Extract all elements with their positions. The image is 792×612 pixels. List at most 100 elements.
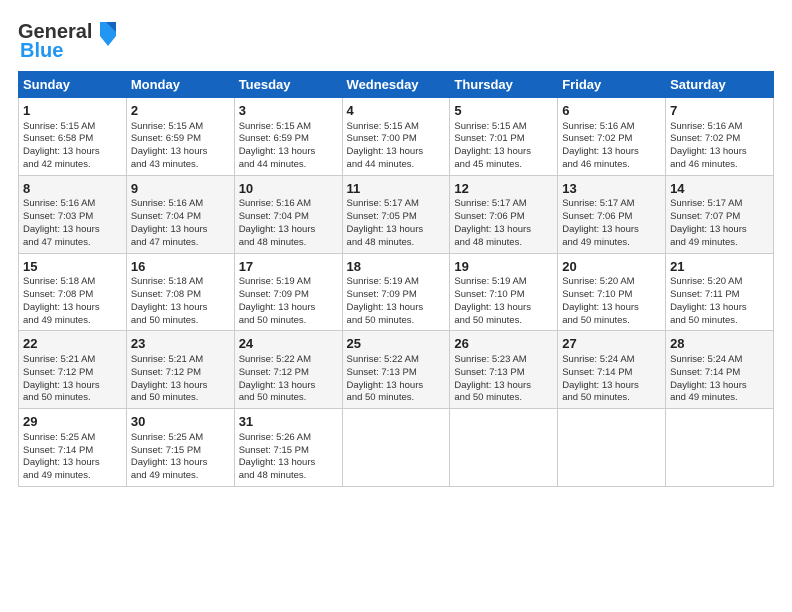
day-number: 28: [670, 335, 769, 353]
dow-header-friday: Friday: [558, 72, 666, 98]
day-info: Sunrise: 5:20 AM Sunset: 7:10 PM Dayligh…: [562, 276, 661, 327]
day-cell-9: 9Sunrise: 5:16 AM Sunset: 7:04 PM Daylig…: [126, 175, 234, 253]
day-number: 23: [131, 335, 230, 353]
day-info: Sunrise: 5:25 AM Sunset: 7:14 PM Dayligh…: [23, 432, 122, 483]
day-cell-8: 8Sunrise: 5:16 AM Sunset: 7:03 PM Daylig…: [19, 175, 127, 253]
day-number: 3: [239, 102, 338, 120]
day-number: 18: [347, 258, 446, 276]
day-cell-12: 12Sunrise: 5:17 AM Sunset: 7:06 PM Dayli…: [450, 175, 558, 253]
empty-cell: [342, 409, 450, 487]
logo-blue: Blue: [20, 40, 63, 63]
day-cell-19: 19Sunrise: 5:19 AM Sunset: 7:10 PM Dayli…: [450, 253, 558, 331]
day-cell-15: 15Sunrise: 5:18 AM Sunset: 7:08 PM Dayli…: [19, 253, 127, 331]
day-number: 2: [131, 102, 230, 120]
day-cell-16: 16Sunrise: 5:18 AM Sunset: 7:08 PM Dayli…: [126, 253, 234, 331]
day-info: Sunrise: 5:15 AM Sunset: 7:01 PM Dayligh…: [454, 121, 553, 172]
day-cell-25: 25Sunrise: 5:22 AM Sunset: 7:13 PM Dayli…: [342, 331, 450, 409]
day-cell-17: 17Sunrise: 5:19 AM Sunset: 7:09 PM Dayli…: [234, 253, 342, 331]
empty-cell: [450, 409, 558, 487]
day-number: 24: [239, 335, 338, 353]
day-info: Sunrise: 5:16 AM Sunset: 7:04 PM Dayligh…: [131, 198, 230, 249]
day-cell-22: 22Sunrise: 5:21 AM Sunset: 7:12 PM Dayli…: [19, 331, 127, 409]
day-info: Sunrise: 5:15 AM Sunset: 7:00 PM Dayligh…: [347, 121, 446, 172]
day-number: 11: [347, 180, 446, 198]
day-info: Sunrise: 5:19 AM Sunset: 7:09 PM Dayligh…: [347, 276, 446, 327]
day-cell-29: 29Sunrise: 5:25 AM Sunset: 7:14 PM Dayli…: [19, 409, 127, 487]
day-cell-7: 7Sunrise: 5:16 AM Sunset: 7:02 PM Daylig…: [666, 98, 774, 176]
day-cell-28: 28Sunrise: 5:24 AM Sunset: 7:14 PM Dayli…: [666, 331, 774, 409]
day-number: 6: [562, 102, 661, 120]
day-number: 10: [239, 180, 338, 198]
day-number: 22: [23, 335, 122, 353]
day-cell-1: 1Sunrise: 5:15 AM Sunset: 6:58 PM Daylig…: [19, 98, 127, 176]
logo-arrow-icon: [92, 18, 122, 46]
day-number: 27: [562, 335, 661, 353]
day-number: 17: [239, 258, 338, 276]
day-number: 13: [562, 180, 661, 198]
day-info: Sunrise: 5:20 AM Sunset: 7:11 PM Dayligh…: [670, 276, 769, 327]
day-cell-27: 27Sunrise: 5:24 AM Sunset: 7:14 PM Dayli…: [558, 331, 666, 409]
dow-header-tuesday: Tuesday: [234, 72, 342, 98]
dow-header-thursday: Thursday: [450, 72, 558, 98]
week-row-0: 1Sunrise: 5:15 AM Sunset: 6:58 PM Daylig…: [19, 98, 774, 176]
calendar: SundayMondayTuesdayWednesdayThursdayFrid…: [18, 71, 774, 487]
day-info: Sunrise: 5:21 AM Sunset: 7:12 PM Dayligh…: [131, 354, 230, 405]
day-info: Sunrise: 5:19 AM Sunset: 7:10 PM Dayligh…: [454, 276, 553, 327]
logo: General Blue: [18, 18, 122, 63]
day-number: 5: [454, 102, 553, 120]
day-number: 8: [23, 180, 122, 198]
day-number: 30: [131, 413, 230, 431]
day-info: Sunrise: 5:24 AM Sunset: 7:14 PM Dayligh…: [670, 354, 769, 405]
header: General Blue: [18, 18, 774, 63]
dow-header-sunday: Sunday: [19, 72, 127, 98]
day-number: 12: [454, 180, 553, 198]
day-cell-11: 11Sunrise: 5:17 AM Sunset: 7:05 PM Dayli…: [342, 175, 450, 253]
day-number: 31: [239, 413, 338, 431]
day-info: Sunrise: 5:16 AM Sunset: 7:02 PM Dayligh…: [670, 121, 769, 172]
day-number: 29: [23, 413, 122, 431]
day-cell-31: 31Sunrise: 5:26 AM Sunset: 7:15 PM Dayli…: [234, 409, 342, 487]
day-cell-13: 13Sunrise: 5:17 AM Sunset: 7:06 PM Dayli…: [558, 175, 666, 253]
day-info: Sunrise: 5:16 AM Sunset: 7:03 PM Dayligh…: [23, 198, 122, 249]
day-cell-23: 23Sunrise: 5:21 AM Sunset: 7:12 PM Dayli…: [126, 331, 234, 409]
day-info: Sunrise: 5:25 AM Sunset: 7:15 PM Dayligh…: [131, 432, 230, 483]
day-info: Sunrise: 5:17 AM Sunset: 7:06 PM Dayligh…: [562, 198, 661, 249]
day-info: Sunrise: 5:15 AM Sunset: 6:58 PM Dayligh…: [23, 121, 122, 172]
day-cell-18: 18Sunrise: 5:19 AM Sunset: 7:09 PM Dayli…: [342, 253, 450, 331]
page: General Blue SundayMondayTuesdayWednesda…: [0, 0, 792, 612]
day-number: 21: [670, 258, 769, 276]
day-info: Sunrise: 5:18 AM Sunset: 7:08 PM Dayligh…: [131, 276, 230, 327]
day-info: Sunrise: 5:22 AM Sunset: 7:13 PM Dayligh…: [347, 354, 446, 405]
day-cell-21: 21Sunrise: 5:20 AM Sunset: 7:11 PM Dayli…: [666, 253, 774, 331]
day-cell-20: 20Sunrise: 5:20 AM Sunset: 7:10 PM Dayli…: [558, 253, 666, 331]
day-info: Sunrise: 5:16 AM Sunset: 7:02 PM Dayligh…: [562, 121, 661, 172]
day-info: Sunrise: 5:16 AM Sunset: 7:04 PM Dayligh…: [239, 198, 338, 249]
day-number: 14: [670, 180, 769, 198]
day-number: 1: [23, 102, 122, 120]
day-number: 20: [562, 258, 661, 276]
day-info: Sunrise: 5:15 AM Sunset: 6:59 PM Dayligh…: [131, 121, 230, 172]
day-cell-6: 6Sunrise: 5:16 AM Sunset: 7:02 PM Daylig…: [558, 98, 666, 176]
day-of-week-row: SundayMondayTuesdayWednesdayThursdayFrid…: [19, 72, 774, 98]
week-row-2: 15Sunrise: 5:18 AM Sunset: 7:08 PM Dayli…: [19, 253, 774, 331]
day-cell-3: 3Sunrise: 5:15 AM Sunset: 6:59 PM Daylig…: [234, 98, 342, 176]
dow-header-monday: Monday: [126, 72, 234, 98]
day-cell-2: 2Sunrise: 5:15 AM Sunset: 6:59 PM Daylig…: [126, 98, 234, 176]
dow-header-saturday: Saturday: [666, 72, 774, 98]
day-info: Sunrise: 5:23 AM Sunset: 7:13 PM Dayligh…: [454, 354, 553, 405]
day-info: Sunrise: 5:21 AM Sunset: 7:12 PM Dayligh…: [23, 354, 122, 405]
day-number: 9: [131, 180, 230, 198]
day-cell-10: 10Sunrise: 5:16 AM Sunset: 7:04 PM Dayli…: [234, 175, 342, 253]
day-number: 4: [347, 102, 446, 120]
day-cell-26: 26Sunrise: 5:23 AM Sunset: 7:13 PM Dayli…: [450, 331, 558, 409]
day-number: 16: [131, 258, 230, 276]
day-cell-5: 5Sunrise: 5:15 AM Sunset: 7:01 PM Daylig…: [450, 98, 558, 176]
day-info: Sunrise: 5:19 AM Sunset: 7:09 PM Dayligh…: [239, 276, 338, 327]
day-info: Sunrise: 5:18 AM Sunset: 7:08 PM Dayligh…: [23, 276, 122, 327]
day-number: 25: [347, 335, 446, 353]
day-cell-4: 4Sunrise: 5:15 AM Sunset: 7:00 PM Daylig…: [342, 98, 450, 176]
day-info: Sunrise: 5:17 AM Sunset: 7:05 PM Dayligh…: [347, 198, 446, 249]
day-number: 7: [670, 102, 769, 120]
calendar-body: 1Sunrise: 5:15 AM Sunset: 6:58 PM Daylig…: [19, 98, 774, 487]
day-cell-30: 30Sunrise: 5:25 AM Sunset: 7:15 PM Dayli…: [126, 409, 234, 487]
